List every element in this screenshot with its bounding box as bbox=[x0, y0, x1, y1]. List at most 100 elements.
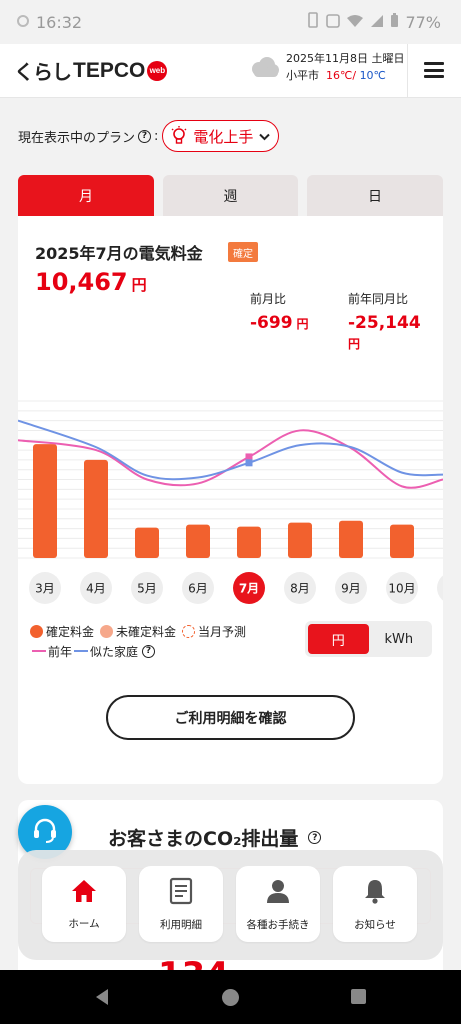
nav-procedures[interactable]: 各種お手続き bbox=[236, 866, 320, 942]
tab-week[interactable]: 週 bbox=[163, 175, 298, 216]
month-label: 6月 bbox=[188, 582, 208, 596]
weather-widget: 2025年11月8日 土曜日 小平市 16℃/ 10℃ bbox=[248, 50, 405, 84]
chevron-down-icon bbox=[259, 127, 271, 145]
lightbulb-icon bbox=[171, 126, 187, 146]
plan-selector[interactable]: 電化上手 bbox=[162, 120, 280, 152]
co2-heading: お客さまのCO₂排出量 ? bbox=[108, 824, 324, 851]
weather-weekday: 土曜日 bbox=[371, 52, 405, 65]
month-label: 8月 bbox=[290, 582, 310, 596]
back-icon[interactable] bbox=[93, 988, 111, 1010]
help-icon[interactable]: ? bbox=[308, 831, 322, 844]
tab-day[interactable]: 日 bbox=[307, 175, 443, 216]
status-bar: 16:32 77% bbox=[0, 0, 461, 44]
similar-home-point bbox=[245, 459, 253, 467]
weather-date: 2025年11月8日 bbox=[286, 52, 368, 65]
bottom-nav: ホーム 利用明細 各種お手続き お知らせ bbox=[18, 850, 443, 960]
billing-card: 2025年7月の電気料金 確定 10,467 円 前月比 -699 円 前年同月比 … bbox=[18, 216, 443, 784]
prev-year-unit: 円 bbox=[348, 337, 361, 351]
unconfirmed-swatch bbox=[100, 624, 114, 638]
legend-similar: 似た家庭 bbox=[90, 644, 139, 659]
month-label: 4月 bbox=[86, 582, 106, 596]
system-nav-bar bbox=[0, 970, 461, 1024]
nav-notices[interactable]: お知らせ bbox=[333, 866, 417, 942]
headset-icon bbox=[30, 815, 60, 849]
clock: 16:32 bbox=[36, 12, 83, 32]
legend-unconfirmed: 未確定料金 bbox=[116, 624, 177, 639]
header-divider bbox=[407, 44, 408, 98]
bar bbox=[186, 524, 210, 558]
bar bbox=[135, 527, 159, 558]
legend-prev-year: 前年 bbox=[48, 644, 73, 659]
battery-level: 77% bbox=[405, 12, 441, 32]
chart-legend: 確定料金 未確定料金 当月予測 前年 似た家庭 ? bbox=[30, 621, 246, 661]
month-label: 10月 bbox=[388, 582, 415, 596]
month-label: 7月 bbox=[239, 582, 259, 596]
plan-row: 現在表示中のプラン ? : 電化上手 bbox=[18, 120, 280, 152]
logo-web-badge: web bbox=[147, 60, 168, 81]
bar bbox=[237, 526, 261, 558]
unit-yen-button[interactable]: 円 bbox=[308, 624, 369, 654]
weather-high: 16℃/ bbox=[326, 69, 357, 82]
settings-icon bbox=[16, 13, 30, 32]
plan-name: 電化上手 bbox=[193, 127, 254, 146]
logo-kana: くらし bbox=[14, 62, 72, 84]
unit-toggle: 円 kWh bbox=[305, 621, 432, 657]
home-icon bbox=[70, 878, 98, 908]
amount-unit: 円 bbox=[131, 276, 147, 294]
bell-icon bbox=[362, 877, 388, 909]
help-icon[interactable]: ? bbox=[138, 129, 152, 143]
battery-icon bbox=[390, 12, 399, 32]
prev-month-value: -699 bbox=[250, 313, 293, 333]
statement-icon bbox=[168, 877, 194, 909]
vibrate-icon bbox=[306, 12, 320, 32]
billing-title: 2025年7月の電気料金 bbox=[35, 244, 203, 263]
amount-value: 10,467 bbox=[35, 268, 128, 296]
home-button-icon[interactable] bbox=[221, 988, 240, 1011]
month-label: 3月 bbox=[35, 582, 55, 596]
app-header: くらし TEPCO web 2025年11月8日 土曜日 小平市 16℃/ 10… bbox=[0, 44, 461, 98]
plan-colon: : bbox=[154, 128, 159, 144]
weather-city: 小平市 bbox=[286, 69, 319, 82]
nav-notices-label: お知らせ bbox=[354, 918, 396, 931]
view-statement-button[interactable]: ご利用明細を確認 bbox=[106, 695, 355, 740]
help-icon[interactable]: ? bbox=[142, 644, 156, 658]
usage-chart: 3月4月5月6月7月8月9月10月1 bbox=[18, 400, 443, 604]
prev-month-diff: -699 円 bbox=[250, 313, 309, 333]
unit-kwh-button[interactable]: kWh bbox=[369, 624, 430, 654]
legend-forecast: 当月予測 bbox=[198, 624, 247, 639]
tab-month[interactable]: 月 bbox=[18, 175, 154, 216]
co2-title: お客さまのCO₂排出量 bbox=[108, 828, 299, 850]
wifi-icon bbox=[346, 13, 364, 32]
similar-swatch bbox=[74, 650, 89, 652]
nav-statement-label: 利用明細 bbox=[160, 918, 202, 931]
logo-text: TEPCO bbox=[73, 58, 146, 82]
weather-low: 10℃ bbox=[359, 69, 386, 82]
user-icon bbox=[264, 877, 292, 909]
menu-icon[interactable] bbox=[424, 62, 444, 78]
month-label: 5月 bbox=[137, 582, 157, 596]
recents-icon[interactable] bbox=[350, 988, 367, 1009]
status-badge: 確定 bbox=[228, 242, 258, 262]
prev-year-diff: -25,144 円 bbox=[348, 313, 438, 353]
bar bbox=[84, 459, 108, 558]
nav-home-label: ホーム bbox=[68, 917, 100, 930]
nav-procedures-label: 各種お手続き bbox=[246, 918, 310, 931]
prev-month-unit: 円 bbox=[296, 317, 309, 331]
nfc-icon bbox=[326, 13, 341, 32]
nav-home[interactable]: ホーム bbox=[42, 866, 126, 942]
month-label: 9月 bbox=[341, 582, 361, 596]
bar bbox=[33, 444, 57, 558]
bar bbox=[390, 524, 414, 558]
prev-year-label: 前年同月比 bbox=[348, 292, 409, 306]
bar bbox=[339, 520, 363, 558]
plan-label: 現在表示中のプラン bbox=[18, 130, 136, 146]
prev-year-value: -25,144 bbox=[348, 313, 421, 333]
prev-month-label: 前月比 bbox=[250, 292, 287, 306]
forecast-swatch bbox=[182, 624, 196, 638]
logo[interactable]: くらし TEPCO web bbox=[14, 44, 168, 98]
nav-statement[interactable]: 利用明細 bbox=[139, 866, 223, 942]
month-chip bbox=[437, 575, 443, 601]
prev-year-swatch bbox=[32, 650, 46, 652]
signal-icon bbox=[370, 13, 384, 32]
billing-amount: 10,467 円 bbox=[35, 268, 147, 296]
